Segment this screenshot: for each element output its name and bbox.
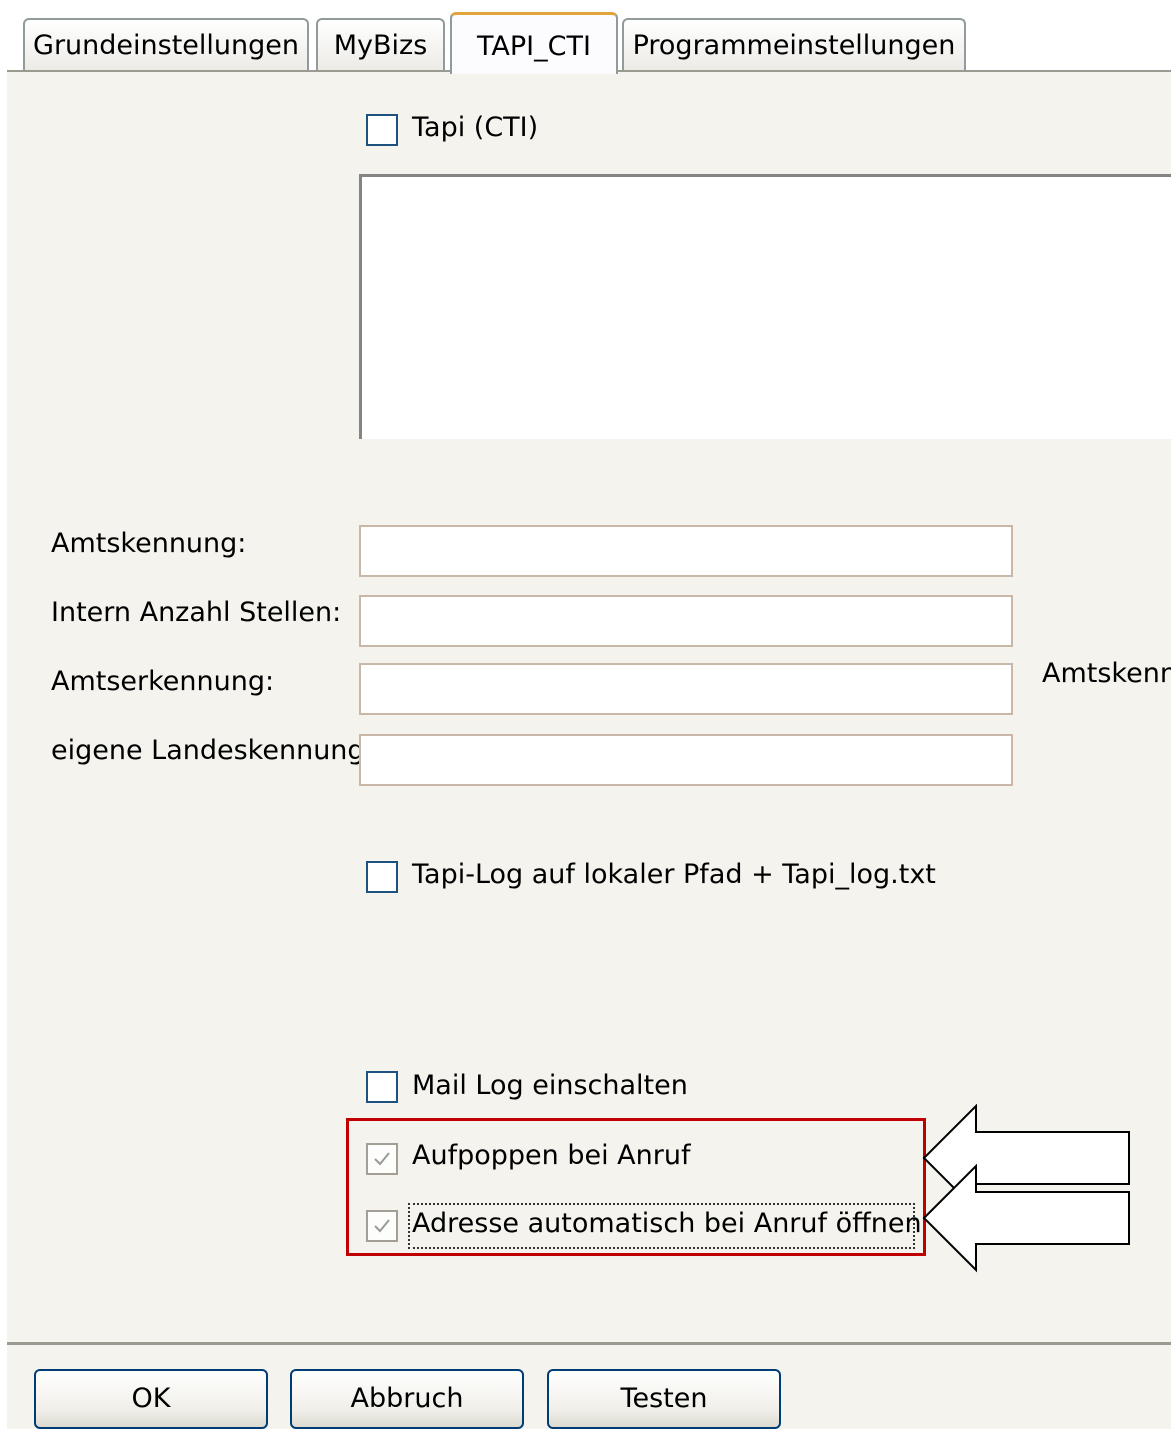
intern-stellen-label: Intern Anzahl Stellen: [51,597,342,628]
aufpoppen-checkbox[interactable] [366,1143,398,1175]
tab-mybizs[interactable]: MyBizs [316,18,445,70]
landeskennung-input[interactable] [359,734,1013,786]
tab-programmeinstellungen[interactable]: Programmeinstellungen [622,18,966,70]
amtserkennung-label: Amtserkennung: [51,666,275,697]
tapi-cti-checkbox[interactable] [366,114,398,146]
testen-button[interactable]: Testen [547,1369,781,1429]
tab-grundeinstellungen[interactable]: Grundeinstellungen [23,18,309,70]
adresse-label: Adresse automatisch bei Anruf öffnen [412,1208,922,1239]
tapi-log-label: Tapi-Log auf lokaler Pfad + Tapi_log.txt [412,859,936,890]
mail-log-checkbox[interactable] [366,1071,398,1103]
adresse-checkbox[interactable] [366,1210,398,1242]
tapi-cti-label: Tapi (CTI) [412,112,539,143]
amtskennung-input[interactable] [359,525,1013,577]
mail-log-label: Mail Log einschalten [412,1070,688,1101]
checkmark-icon [374,1219,390,1233]
amtserkennung-input[interactable] [359,663,1013,715]
tapi-log-checkbox[interactable] [366,861,398,893]
amtskennung-side-label: Amtskenn [1042,658,1171,689]
checkmark-icon [374,1152,390,1166]
tab-tapi-cti[interactable]: TAPI_CTI [450,12,618,74]
left-arrow-icon [922,1164,1130,1273]
abbruch-button[interactable]: Abbruch [290,1369,524,1429]
landeskennung-label: eigene Landeskennung: [51,735,374,766]
intern-stellen-input[interactable] [359,595,1013,647]
ok-button[interactable]: OK [34,1369,268,1429]
amtskennung-label: Amtskennung: [51,528,247,559]
tapi-line-list[interactable] [359,174,1171,439]
button-bar-separator [7,1342,1171,1345]
aufpoppen-label: Aufpoppen bei Anruf [412,1140,691,1171]
